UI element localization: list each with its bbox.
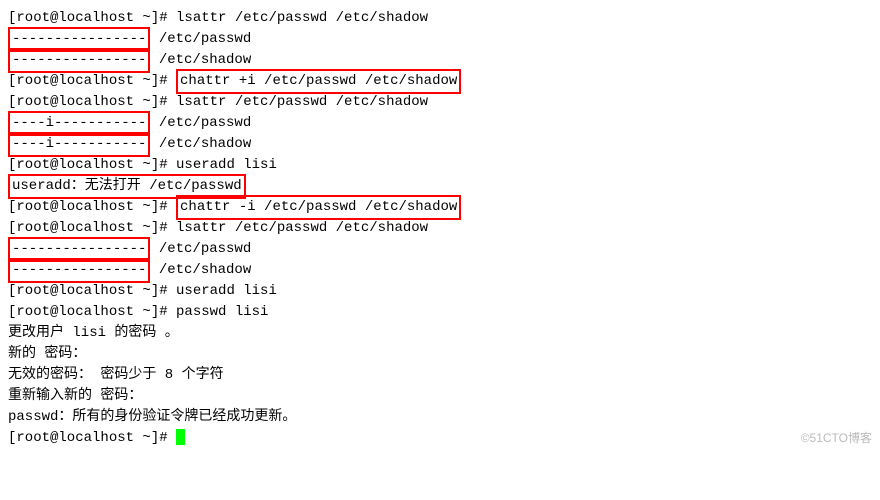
file-path: /etc/passwd [150,115,251,131]
file-path: /etc/shadow [150,136,251,152]
cmd-line-lsattr-2: [root@localhost ~]# lsattr /etc/passwd /… [8,92,872,113]
cursor-icon [176,429,185,445]
prompt: [root@localhost ~]# [8,73,176,89]
attrs-highlight: ----i----------- [8,132,150,157]
attrs-highlight: ---------------- [8,258,150,283]
cmd-text: useradd lisi [176,283,277,299]
cmd-highlight: chattr +i /etc/passwd /etc/shadow [176,69,461,94]
file-path: /etc/shadow [150,262,251,278]
output-pw-retype: 重新输入新的 密码： [8,386,872,407]
prompt: [root@localhost ~]# [8,10,176,26]
prompt: [root@localhost ~]# [8,94,176,110]
output-pw-success: passwd：所有的身份验证令牌已经成功更新。 [8,407,872,428]
cmd-text: lsattr /etc/passwd /etc/shadow [176,94,428,110]
output-pw-change: 更改用户 lisi 的密码 。 [8,323,872,344]
cmd-line-passwd: [root@localhost ~]# passwd lisi [8,302,872,323]
output-pw-invalid: 无效的密码： 密码少于 8 个字符 [8,365,872,386]
output-useradd-error: useradd：无法打开 /etc/passwd [8,176,872,197]
prompt: [root@localhost ~]# [8,283,176,299]
cmd-line-lsattr-1: [root@localhost ~]# lsattr /etc/passwd /… [8,8,872,29]
prompt: [root@localhost ~]# [8,199,176,215]
cmd-line-useradd-1: [root@localhost ~]# useradd lisi [8,155,872,176]
output-pw-new: 新的 密码： [8,344,872,365]
attrs-highlight: ---------------- [8,48,150,73]
file-path: /etc/passwd [150,31,251,47]
file-path: /etc/shadow [150,52,251,68]
cmd-text: useradd lisi [176,157,277,173]
output-attrs-passwd-3: ---------------- /etc/passwd [8,239,872,260]
file-path: /etc/passwd [150,241,251,257]
cmd-line-useradd-2: [root@localhost ~]# useradd lisi [8,281,872,302]
cmd-text: lsattr /etc/passwd /etc/shadow [176,220,428,236]
prompt: [root@localhost ~]# [8,430,176,446]
cmd-text: passwd lisi [176,304,268,320]
cmd-line-chattr-plus: [root@localhost ~]# chattr +i /etc/passw… [8,71,872,92]
cmd-highlight: chattr -i /etc/passwd /etc/shadow [176,195,461,220]
output-attrs-shadow-3: ---------------- /etc/shadow [8,260,872,281]
output-attrs-shadow-2: ----i----------- /etc/shadow [8,134,872,155]
cmd-line-chattr-minus: [root@localhost ~]# chattr -i /etc/passw… [8,197,872,218]
output-attrs-passwd-1: ---------------- /etc/passwd [8,29,872,50]
cmd-line-lsattr-3: [root@localhost ~]# lsattr /etc/passwd /… [8,218,872,239]
output-attrs-shadow-1: ---------------- /etc/shadow [8,50,872,71]
watermark: ©51CTO博客 [801,428,872,449]
cmd-text: lsattr /etc/passwd /etc/shadow [176,10,428,26]
output-attrs-passwd-2: ----i----------- /etc/passwd [8,113,872,134]
prompt: [root@localhost ~]# [8,304,176,320]
cmd-line-current[interactable]: [root@localhost ~]# [8,428,872,449]
prompt: [root@localhost ~]# [8,157,176,173]
prompt: [root@localhost ~]# [8,220,176,236]
